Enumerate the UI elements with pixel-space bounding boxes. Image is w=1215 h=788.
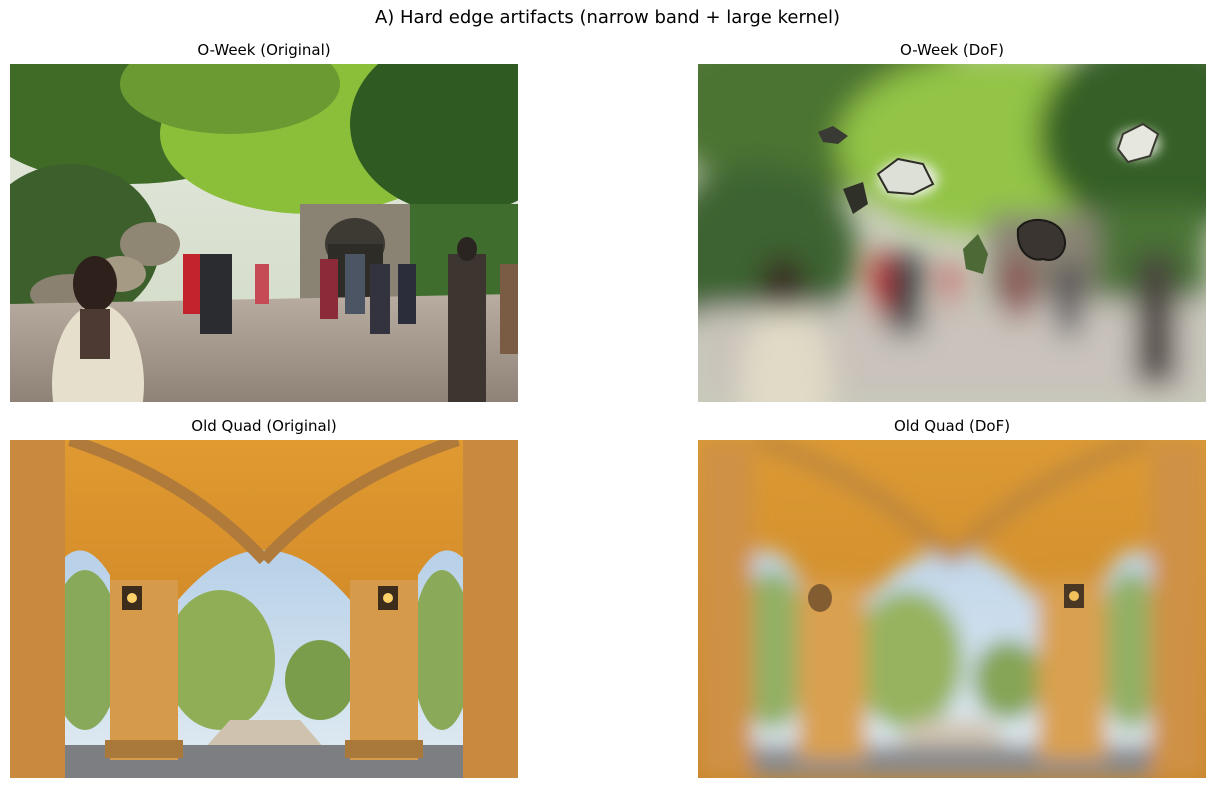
oweek-dof-image bbox=[698, 64, 1206, 402]
panel-title-oweek-original: O-Week (Original) bbox=[197, 41, 331, 59]
figure-title: A) Hard edge artifacts (narrow band + la… bbox=[374, 7, 841, 28]
panel-title-oweek-dof: O-Week (DoF) bbox=[900, 41, 1004, 59]
oldquad-dof-image bbox=[698, 440, 1206, 778]
oldquad-original-image bbox=[10, 440, 518, 778]
panel-title-oldquad-dof: Old Quad (DoF) bbox=[893, 417, 1011, 435]
panel-title-oldquad-original: Old Quad (Original) bbox=[191, 417, 337, 435]
oweek-original-image bbox=[10, 64, 518, 402]
